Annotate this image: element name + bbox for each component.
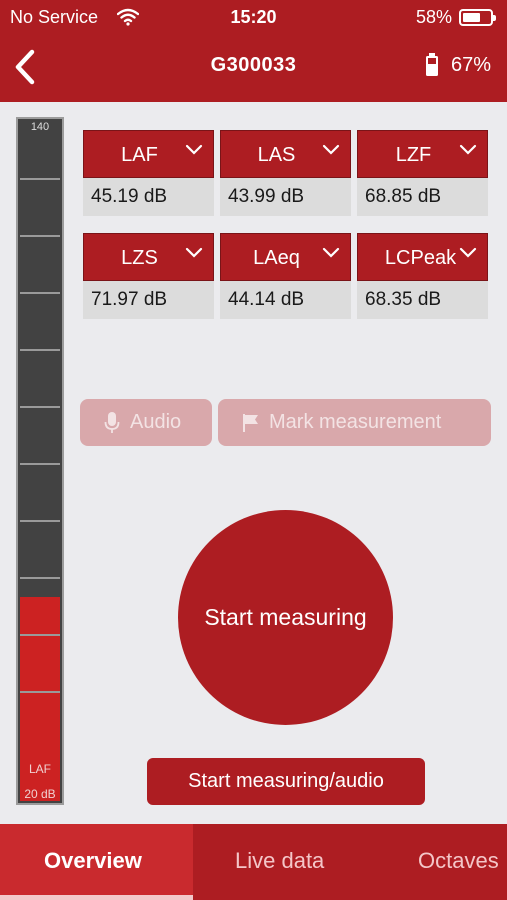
parameter-value: 43.99 dB <box>220 178 351 216</box>
status-bar: No Service 15:20 58% <box>0 0 507 34</box>
chevron-down-icon <box>322 144 340 155</box>
meter-gridline <box>20 577 60 579</box>
flag-icon <box>243 414 258 432</box>
parameter-selector[interactable]: LAeq <box>220 233 351 281</box>
tab-live-data[interactable]: Live data <box>193 824 363 900</box>
audio-label: Audio <box>130 411 182 433</box>
tab-label: Octaves <box>418 848 499 873</box>
parameter-value: 71.97 dB <box>83 281 214 319</box>
tab-label: Overview <box>44 848 142 873</box>
device-battery-icon <box>426 53 438 76</box>
value-card-laeq: LAeq 44.14 dB <box>220 233 351 320</box>
chevron-down-icon <box>322 247 340 258</box>
header: No Service 15:20 58% G300033 67% <box>0 0 507 102</box>
start-measuring-audio-label: Start measuring/audio <box>188 770 384 792</box>
value-card-lcpeak: LCPeak 68.35 dB <box>357 233 488 320</box>
parameter-selector[interactable]: LAF <box>83 130 214 178</box>
phone-battery-percent: 58% <box>415 7 452 27</box>
tab-octaves[interactable]: Octaves <box>363 824 507 900</box>
active-tab-indicator <box>0 895 193 900</box>
parameter-label: LZF <box>395 144 432 166</box>
chevron-down-icon <box>459 247 477 258</box>
parameter-value: 68.85 dB <box>357 178 488 216</box>
chevron-down-icon <box>185 247 203 258</box>
parameter-selector[interactable]: LAS <box>220 130 351 178</box>
parameter-value: 68.35 dB <box>357 281 488 319</box>
meter-gridline <box>20 349 60 351</box>
parameter-label: LAS <box>257 144 296 166</box>
parameter-value: 45.19 dB <box>83 178 214 216</box>
meter-min-label: 20 dB <box>24 787 56 801</box>
start-measuring-label: Start measuring <box>204 604 367 630</box>
parameter-label: LZS <box>121 247 158 269</box>
tab-label: Live data <box>235 848 325 873</box>
meter-gridline <box>20 634 60 636</box>
parameter-label: LAeq <box>253 247 300 269</box>
value-card-laf: LAF 45.19 dB <box>83 130 214 217</box>
meter-gridline <box>20 235 60 237</box>
meter-gridline <box>20 691 60 693</box>
audio-button[interactable]: Audio <box>80 399 212 446</box>
chevron-down-icon <box>185 144 203 155</box>
meter-gridline <box>20 406 60 408</box>
level-meter: 140 LAF 20 dB <box>16 117 64 805</box>
tab-bar: Overview Live data Octaves <box>0 824 507 900</box>
parameter-selector[interactable]: LZS <box>83 233 214 281</box>
meter-gridline <box>20 463 60 465</box>
start-measuring-audio-button[interactable]: Start measuring/audio <box>147 758 425 805</box>
parameter-selector[interactable]: LZF <box>357 130 488 178</box>
mark-measurement-label: Mark measurement <box>269 411 442 433</box>
value-card-lzs: LZS 71.97 dB <box>83 233 214 320</box>
phone-battery-icon <box>459 9 496 26</box>
meter-gridline <box>20 178 60 180</box>
tab-overview[interactable]: Overview <box>0 824 193 900</box>
meter-gridline <box>20 292 60 294</box>
mark-measurement-button[interactable]: Mark measurement <box>218 399 491 446</box>
parameter-value: 44.14 dB <box>220 281 351 319</box>
device-battery-percent: 67% <box>450 54 491 76</box>
parameter-label: LAF <box>121 144 158 166</box>
value-card-las: LAS 43.99 dB <box>220 130 351 217</box>
chevron-down-icon <box>459 144 477 155</box>
microphone-icon <box>104 412 120 433</box>
start-measuring-button[interactable]: Start measuring <box>178 510 393 725</box>
meter-weighting-label: LAF <box>28 762 51 776</box>
meter-max-label: 140 <box>30 121 50 133</box>
parameter-selector[interactable]: LCPeak <box>357 233 488 281</box>
value-card-lzf: LZF 68.85 dB <box>357 130 488 217</box>
meter-gridline <box>20 520 60 522</box>
